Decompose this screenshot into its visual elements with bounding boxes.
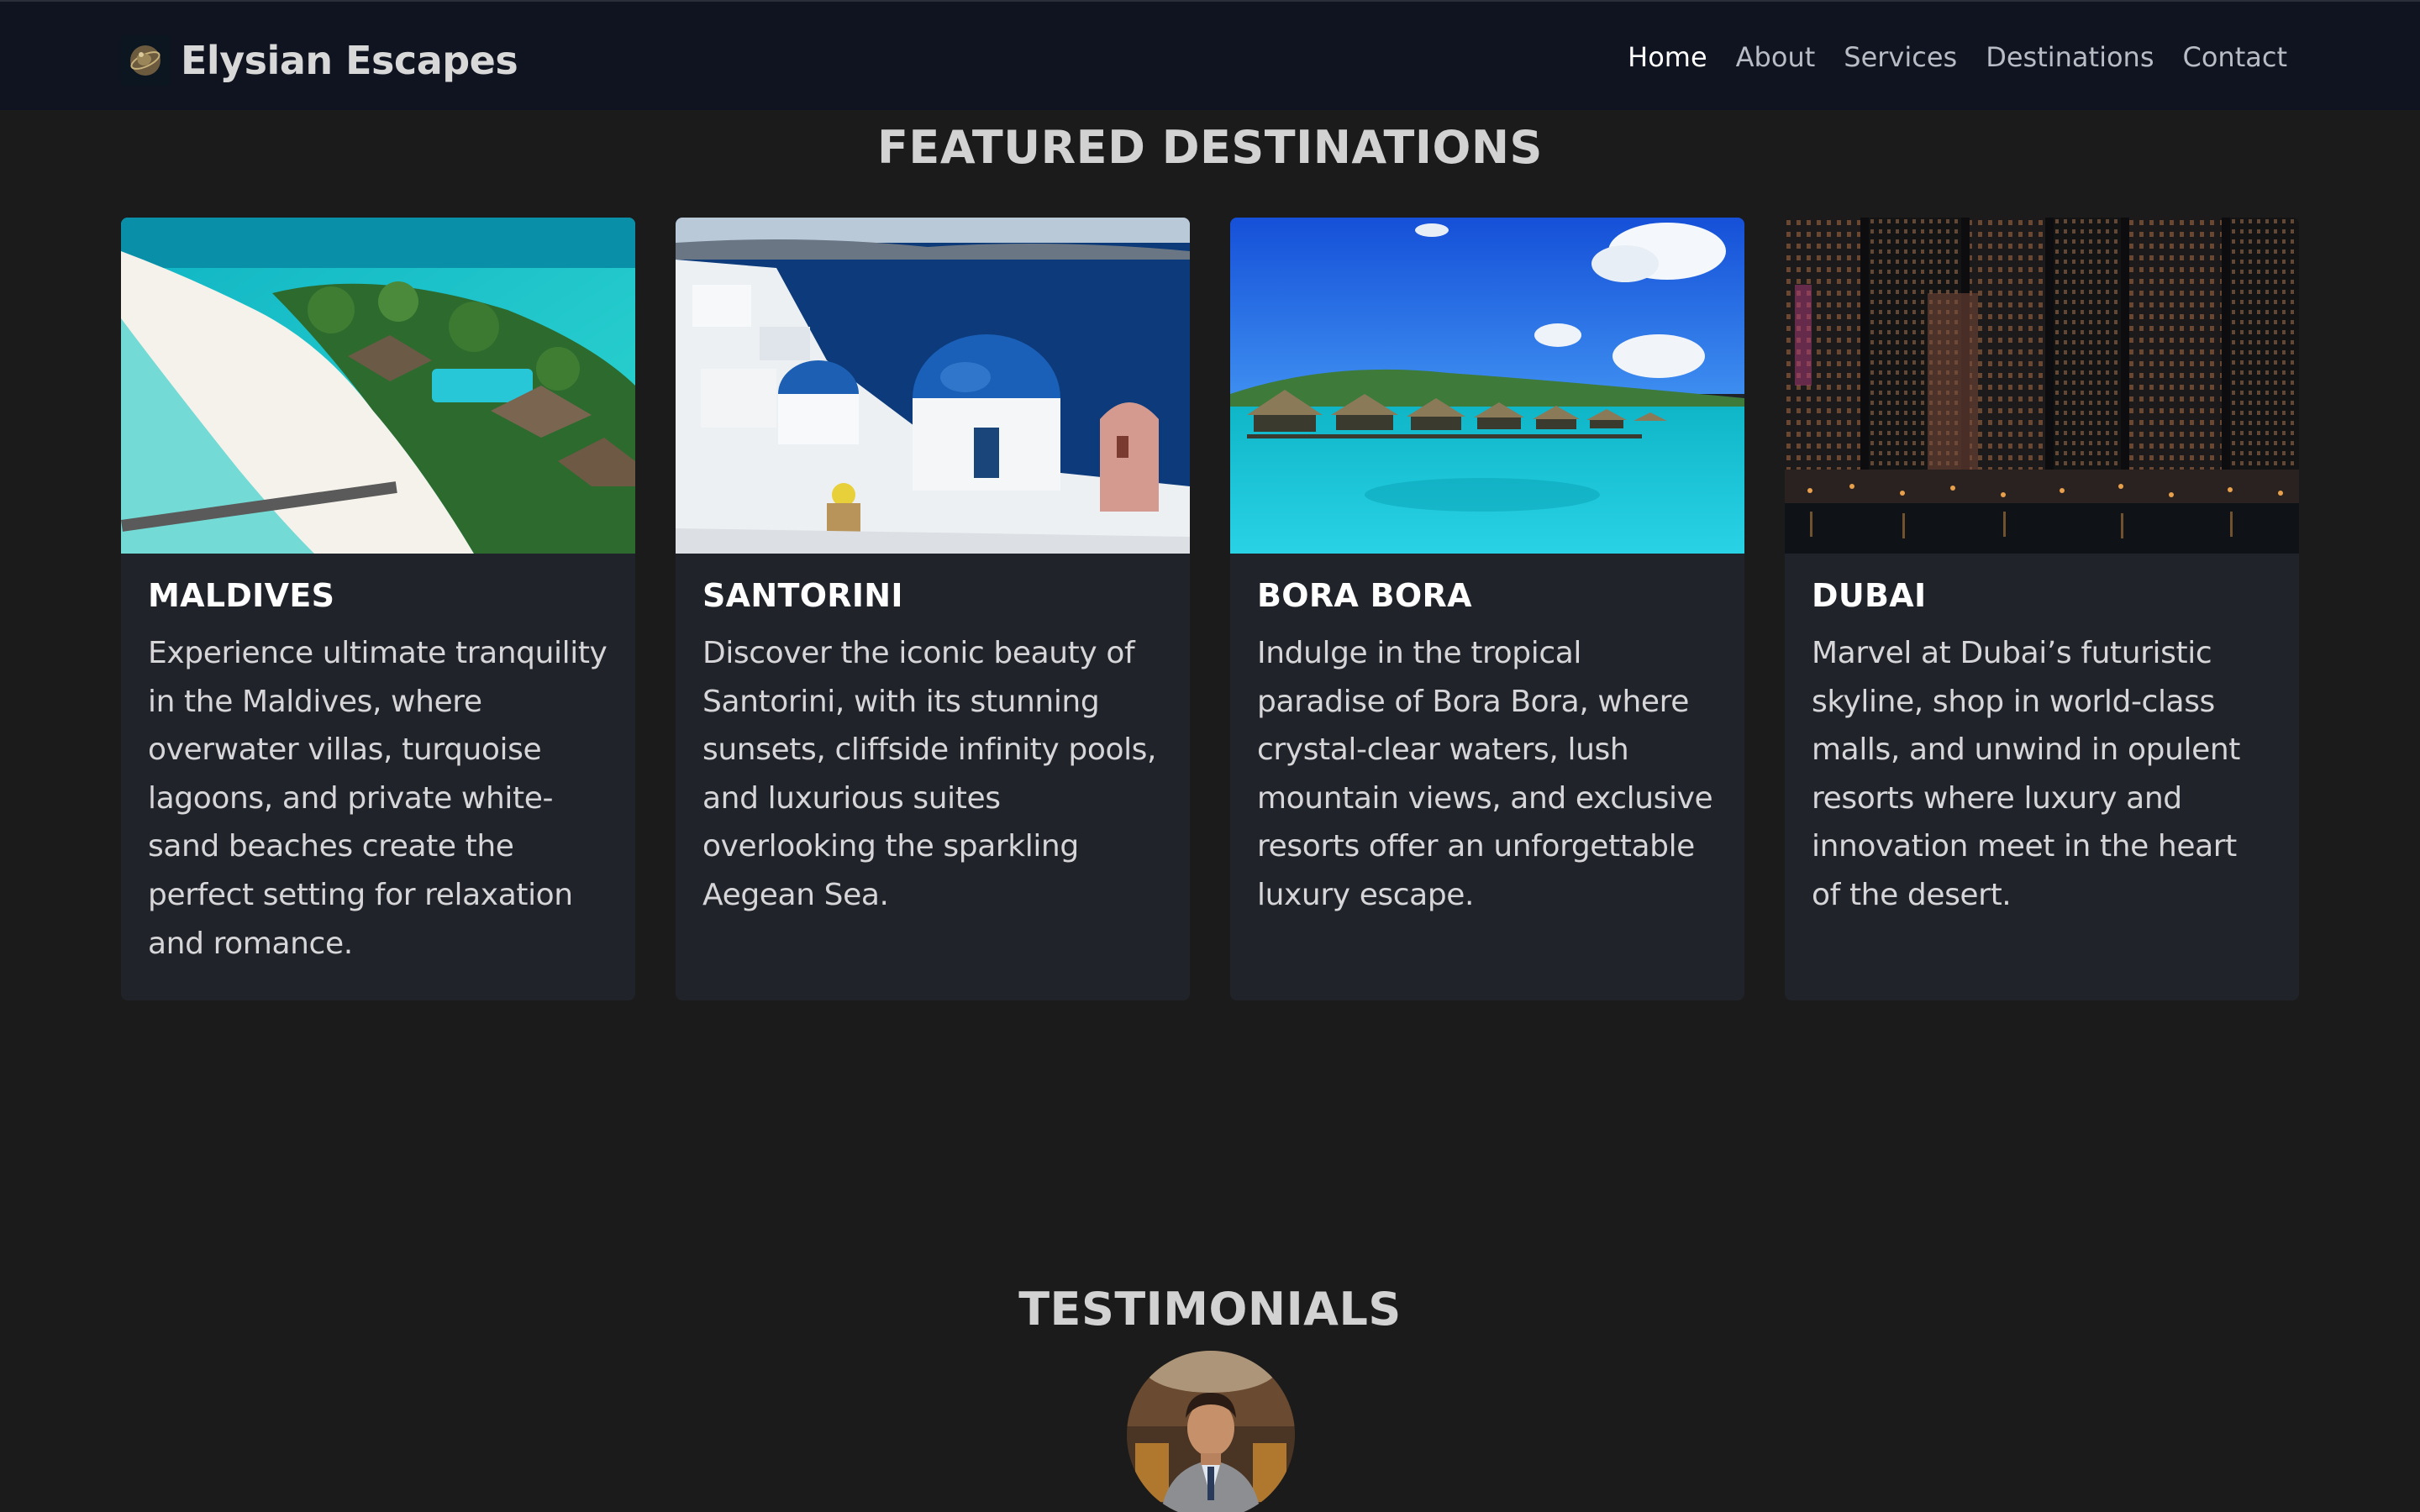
main-nav: Home About Services Destinations Contact [1628, 35, 2287, 79]
globe-logo-icon [120, 35, 171, 86]
destination-card-bora-bora[interactable]: BORA BORA Indulge in the tropical paradi… [1230, 218, 1744, 1000]
card-title: MALDIVES [148, 577, 335, 614]
bora-bora-image [1230, 218, 1744, 554]
brand-link[interactable]: Elysian Escapes [120, 35, 518, 86]
maldives-image [121, 218, 635, 554]
featured-destinations-title: FEATURED DESTINATIONS [877, 121, 1543, 174]
nav-about[interactable]: About [1736, 41, 1816, 73]
brand-name: Elysian Escapes [181, 38, 518, 83]
card-description: Experience ultimate tranquility in the M… [148, 636, 608, 961]
card-description: Discover the iconic beauty of Santorini,… [702, 636, 1157, 912]
destination-card-santorini[interactable]: SANTORINI Discover the iconic beauty of … [676, 218, 1190, 1000]
card-description: Marvel at Dubai’s futuristic skyline, sh… [1812, 636, 2240, 912]
nav-services[interactable]: Services [1844, 41, 1957, 73]
destination-card-maldives[interactable]: MALDIVES Experience ultimate tranquility… [121, 218, 635, 1000]
card-title: BORA BORA [1257, 577, 1472, 614]
santorini-image [676, 218, 1190, 554]
card-title: DUBAI [1812, 577, 1927, 614]
destination-card-dubai[interactable]: DUBAI Marvel at Dubai’s futuristic skyli… [1785, 218, 2299, 1000]
nav-contact[interactable]: Contact [2183, 41, 2288, 73]
nav-destinations[interactable]: Destinations [1986, 41, 2154, 73]
nav-home[interactable]: Home [1628, 41, 1707, 73]
card-title: SANTORINI [702, 577, 903, 614]
testimonial-avatar [1127, 1351, 1295, 1512]
navbar: Elysian Escapes Home About Services Dest… [0, 0, 2420, 110]
dubai-image [1785, 218, 2299, 554]
testimonials-title: TESTIMONIALS [1018, 1283, 1402, 1336]
card-description: Indulge in the tropical paradise of Bora… [1257, 636, 1713, 912]
